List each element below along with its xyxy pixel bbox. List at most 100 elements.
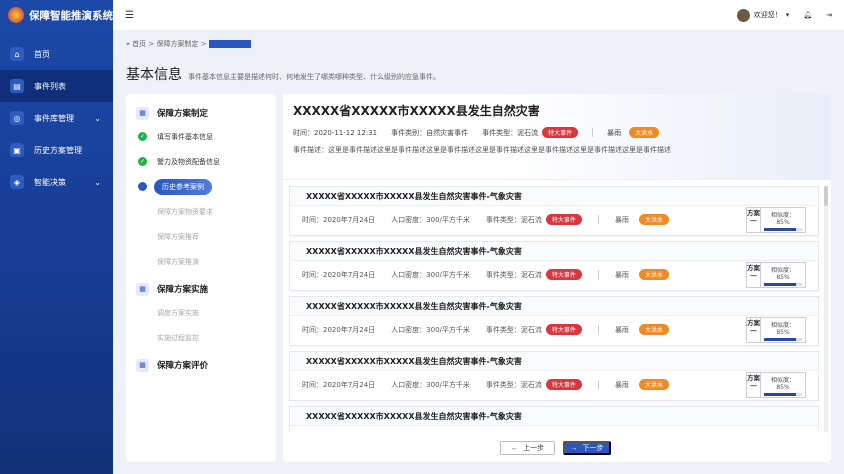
- event-weather: 暴雨: [607, 128, 622, 137]
- weather-tag: 大洪水: [638, 379, 669, 390]
- sidebar-item-label: 事件库管理: [34, 113, 74, 123]
- next-button[interactable]: → 下一步: [563, 441, 611, 455]
- case-type: 事件类型：泥石流: [485, 325, 542, 334]
- plan-label: 方案一: [747, 263, 761, 287]
- prev-button[interactable]: ← 上一步: [500, 441, 555, 455]
- topbar: ☰ 欢迎您！ ▾ 🔔︎ ⇥: [113, 0, 844, 30]
- case-card[interactable]: XXXXX省XXXXX市XXXXX县发生自然灾害事件-气象灾害时间：2020年7…: [289, 296, 819, 346]
- user-menu[interactable]: 欢迎您！ ▾: [736, 8, 790, 22]
- sidebar-item-label: 首页: [34, 49, 50, 59]
- similarity-value: 85%: [776, 274, 790, 281]
- sidebar-item-label: 事件列表: [34, 81, 66, 91]
- similarity-bar: [764, 338, 802, 341]
- main-panel: XXXXX省XXXXX市XXXXX县发生自然灾害 时间：2020-11-12 1…: [283, 94, 831, 462]
- divider: [597, 380, 599, 389]
- step-dot-icon: [138, 207, 147, 216]
- case-weather: 暴雨: [614, 215, 629, 224]
- sidebar-item-0[interactable]: ⌂ 首页: [0, 38, 113, 70]
- case-type: 事件类型：泥石流: [485, 380, 542, 389]
- step-dot-icon: [138, 257, 147, 266]
- similarity-bar: [764, 228, 802, 231]
- similarity-value: 85%: [776, 329, 790, 336]
- step-section: ▦ 保障方案实施: [136, 278, 266, 300]
- step-item[interactable]: ✓ 警力及物资配备信息: [136, 149, 266, 174]
- scrollbar[interactable]: [824, 186, 828, 432]
- similarity-label: 相似度：: [770, 322, 795, 329]
- case-card[interactable]: XXXXX省XXXXX市XXXXX县发生自然灾害事件-气象灾害时间：2020年7…: [289, 241, 819, 291]
- similarity-label: 相似度：: [770, 377, 795, 384]
- implement-icon: ▦: [136, 282, 149, 296]
- notification-icon[interactable]: 🔔︎: [803, 11, 812, 19]
- step-item[interactable]: 保障方案推演: [136, 249, 266, 274]
- step-item[interactable]: 保障方案推荐: [136, 224, 266, 249]
- event-summary: XXXXX省XXXXX市XXXXX县发生自然灾害 时间：2020-11-12 1…: [283, 94, 831, 180]
- step-item[interactable]: 历史参考案例: [136, 174, 266, 199]
- event-type: 事件类型：泥石流: [482, 128, 539, 137]
- step-item[interactable]: 保障方案物资要求: [136, 199, 266, 224]
- step-section: ▦ 保障方案制定: [136, 102, 266, 124]
- plan-label: 方案一: [747, 373, 761, 397]
- evaluate-icon: ▦: [136, 358, 149, 372]
- case-time: 时间：2020年7月24日: [302, 325, 376, 334]
- event-description: 事件描述：这里是事件描述这里是事件描述这里是事件描述这里是事件描述这里是事件描述…: [293, 146, 671, 154]
- step-item[interactable]: 实施过程监控: [136, 325, 266, 350]
- similarity-bar: [764, 393, 802, 396]
- step-dot-icon: [138, 333, 147, 342]
- section-label: 保障方案实施: [157, 285, 209, 295]
- weather-tag: 大洪水: [638, 214, 669, 225]
- breadcrumb-plan[interactable]: 保障方案制定: [157, 40, 199, 48]
- similarity-value: 85%: [776, 384, 790, 391]
- level-tag: 特大事件: [545, 214, 582, 225]
- step-section: ▦ 保障方案评价: [136, 354, 266, 376]
- case-title: XXXXX省XXXXX市XXXXX县发生自然灾害事件-气象灾害: [290, 297, 818, 316]
- plan-icon: ▦: [136, 106, 149, 120]
- breadcrumb-home[interactable]: 首页: [132, 40, 146, 48]
- chevron-down-icon: ⌄: [94, 113, 101, 123]
- case-card[interactable]: XXXXX省XXXXX市XXXXX县发生自然灾害事件-气象灾害 时间：2020年7…: [289, 351, 819, 401]
- case-card[interactable]: XXXXX省XXXXX市XXXXX县发生自然灾害事件-气象灾害 时间：2020年7…: [289, 186, 819, 236]
- similarity-box: 方案一 相似度： 85%: [746, 317, 806, 343]
- sidebar-item-2[interactable]: ◎ 事件库管理 ⌄: [0, 102, 113, 134]
- sidebar-item-1[interactable]: ▤ 事件列表: [0, 70, 113, 102]
- case-type: 事件类型：泥石流: [485, 215, 542, 224]
- app-logo: 保障智能推演系统: [0, 0, 113, 30]
- step-item[interactable]: ✓ 填写事件基本信息: [136, 124, 266, 149]
- case-title: XXXXX省XXXXX市XXXXX县发生自然灾害事件-气象灾害: [290, 242, 818, 261]
- level-tag: 特大事件: [545, 269, 582, 280]
- case-density: 人口密度：300/平方千米: [391, 380, 470, 389]
- level-tag: 特大事件: [545, 379, 582, 390]
- case-time: 时间：2020年7月24日: [302, 270, 376, 279]
- sidebar-item-4[interactable]: ◈ 智能决策 ⌄: [0, 166, 113, 198]
- section-label: 保障方案制定: [157, 109, 209, 119]
- step-item[interactable]: 调度方案实施: [136, 300, 266, 325]
- case-card[interactable]: XXXXX省XXXXX市XXXXX县发生自然灾害事件-气象灾害: [289, 406, 819, 432]
- case-weather: 暴雨: [614, 270, 629, 279]
- case-density: 人口密度：300/平方千米: [391, 215, 470, 224]
- event-time: 时间：2020-11-12 12:31: [293, 128, 378, 137]
- sidebar-item-3[interactable]: ▣ 历史方案管理: [0, 134, 113, 166]
- similarity-box: 方案一 相似度： 85%: [746, 372, 806, 398]
- similarity-label: 相似度：: [770, 267, 795, 274]
- divider: [597, 270, 599, 279]
- case-time: 时间：2020年7月24日: [302, 215, 376, 224]
- logout-icon[interactable]: ⇥: [826, 11, 832, 19]
- event-title: XXXXX省XXXXX市XXXXX县发生自然灾害: [293, 104, 540, 118]
- step-label: 保障方案物资要求: [157, 207, 213, 216]
- similarity-label: 相似度：: [770, 212, 795, 219]
- event-category: 事件类别：自然灾害事件: [391, 128, 469, 137]
- step-label: 调度方案实施: [157, 308, 199, 317]
- case-title: XXXXX省XXXXX市XXXXX县发生自然灾害事件-气象灾害: [290, 407, 818, 426]
- step-label: 历史参考案例: [154, 178, 212, 195]
- case-density: 人口密度：300/平方千米: [391, 270, 470, 279]
- menu-collapse-icon[interactable]: ☰: [125, 10, 134, 21]
- page-title: 基本信息: [126, 67, 182, 83]
- case-time: 时间：2020年7月24日: [302, 380, 376, 389]
- step-dot-icon: [138, 308, 147, 317]
- list-icon: ▤: [10, 79, 24, 93]
- caret-down-icon: ▾: [785, 11, 790, 19]
- welcome-text: 欢迎您！: [753, 11, 782, 19]
- steps-panel: ▦ 保障方案制定 ✓ 填写事件基本信息 ✓ 警力及物资配备信息历史参考案例保障方案物资要求…: [126, 94, 276, 462]
- breadcrumb-current: 事件基本信息: [208, 40, 251, 48]
- divider: [597, 325, 599, 334]
- check-circle-icon: ✓: [138, 157, 147, 166]
